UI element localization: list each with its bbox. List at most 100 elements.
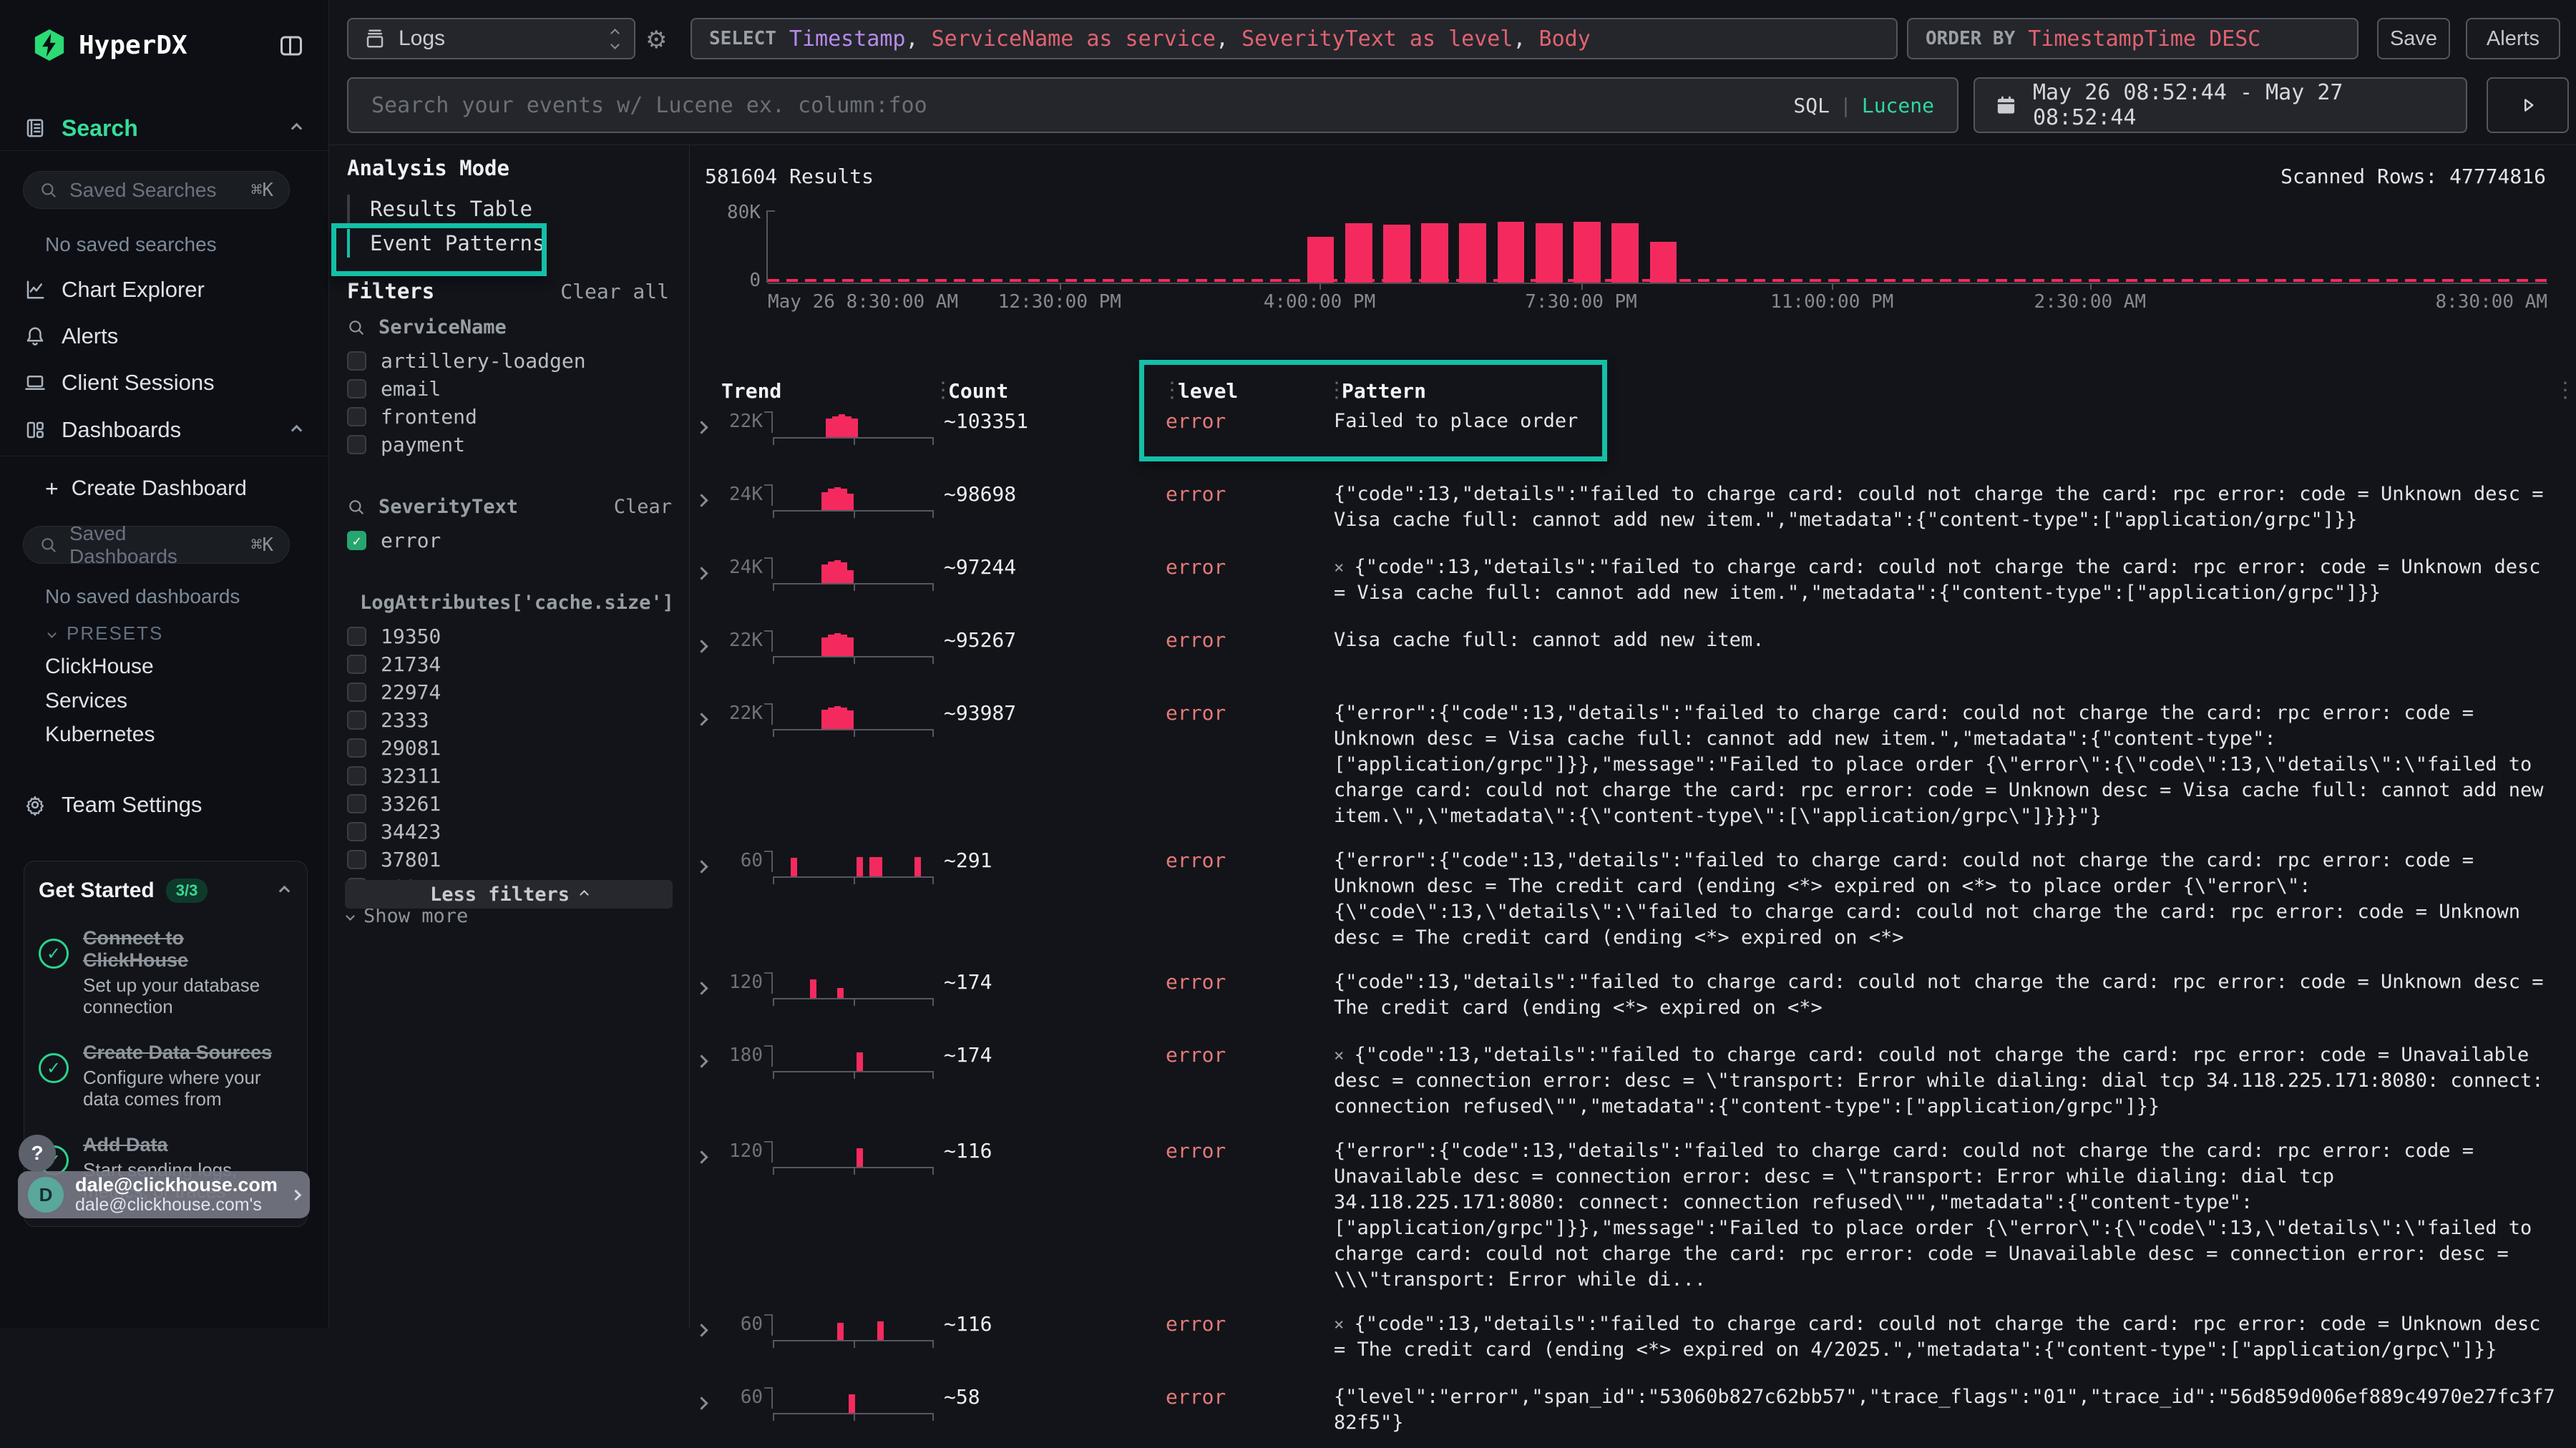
filter-option[interactable]: 34423 xyxy=(347,818,672,846)
pattern-row[interactable]: 22K ~103351 error Failed to place order xyxy=(690,399,2576,472)
filter-option[interactable]: email xyxy=(347,375,672,403)
patterns-table-body: 22K ~103351 error Failed to place order … xyxy=(690,399,2576,1448)
count-cell: ~98698 xyxy=(944,481,1166,507)
get-started-item[interactable]: ✓ Connect to ClickHouse Set up your data… xyxy=(39,927,293,1017)
checkbox[interactable] xyxy=(347,351,366,371)
select-clause-input[interactable]: SELECT Timestamp, ServiceName as service… xyxy=(691,18,1898,59)
trend-axis-bracket-icon xyxy=(764,1314,773,1336)
filter-option[interactable]: 22974 xyxy=(347,678,672,706)
filter-option[interactable]: 2333 xyxy=(347,706,672,734)
checkbox[interactable] xyxy=(347,710,366,730)
mode-results-table[interactable]: Results Table xyxy=(347,192,545,226)
sidebar-item-chart-explorer[interactable]: Chart Explorer xyxy=(0,273,329,306)
sparkline-bar xyxy=(821,564,828,583)
search-input[interactable]: Search your events w/ Lucene ex. column:… xyxy=(347,77,1958,133)
expand-chevron-icon[interactable] xyxy=(697,1050,718,1075)
sidebar-item-client-sessions[interactable]: Client Sessions xyxy=(0,366,329,399)
preset-clickhouse[interactable]: ClickHouse xyxy=(45,655,154,679)
sidebar-item-team-settings[interactable]: Team Settings xyxy=(0,788,329,821)
pattern-row[interactable]: 24K ~98698 error {"code":13,"details":"f… xyxy=(690,472,2576,545)
presets-toggle[interactable]: PRESETS xyxy=(49,622,163,645)
source-settings-gear-icon[interactable]: ⚙ xyxy=(645,26,667,54)
save-button[interactable]: Save xyxy=(2377,18,2450,59)
date-range-picker[interactable]: May 26 08:52:44 - May 27 08:52:44 xyxy=(1974,77,2467,133)
pattern-row[interactable]: 60 ~116 error ×{"code":13,"details":"fai… xyxy=(690,1302,2576,1375)
histogram-plot[interactable]: 80K 0 xyxy=(768,210,2547,283)
filter-option[interactable]: 33261 xyxy=(347,790,672,818)
expand-chevron-icon[interactable] xyxy=(697,977,718,1002)
sparkline-bar xyxy=(852,419,858,437)
checkbox[interactable] xyxy=(347,435,366,454)
sidebar-collapse-icon[interactable] xyxy=(278,33,305,59)
pattern-cell: Failed to place order xyxy=(1334,409,2562,434)
filter-option[interactable]: artillery-loadgen xyxy=(347,347,672,375)
filter-option[interactable]: payment xyxy=(347,431,672,459)
filter-option[interactable]: 32311 xyxy=(347,762,672,790)
expand-chevron-icon[interactable] xyxy=(697,489,718,514)
checkbox[interactable] xyxy=(347,850,366,869)
preset-services[interactable]: Services xyxy=(45,689,127,713)
filter-option[interactable]: 19350 xyxy=(347,622,672,650)
expand-chevron-icon[interactable] xyxy=(697,708,718,733)
checkbox[interactable] xyxy=(347,379,366,398)
pattern-row[interactable]: 22K ~95267 error Visa cache full: cannot… xyxy=(690,618,2576,691)
sidebar-item-dashboards[interactable]: Dashboards xyxy=(0,414,329,446)
checkbox[interactable] xyxy=(347,655,366,674)
checkbox[interactable] xyxy=(347,766,366,786)
checkbox[interactable]: ✓ xyxy=(347,531,366,550)
pattern-row[interactable]: 120 ~116 error {"error":{"code":13,"deta… xyxy=(690,1129,2576,1302)
lucene-mode-toggle[interactable]: Lucene xyxy=(1862,94,1934,117)
pattern-row[interactable]: 180 ~174 error ×{"code":13,"details":"fa… xyxy=(690,1033,2576,1129)
expand-chevron-icon[interactable] xyxy=(697,416,718,441)
expand-chevron-icon[interactable] xyxy=(697,562,718,587)
checkbox[interactable] xyxy=(347,407,366,426)
chevron-up-icon[interactable] xyxy=(291,122,303,134)
sql-mode-toggle[interactable]: SQL xyxy=(1793,94,1830,117)
checkbox[interactable] xyxy=(347,683,366,702)
expand-chevron-icon[interactable] xyxy=(697,1145,718,1171)
less-filters-button[interactable]: Less filters xyxy=(345,880,673,909)
pattern-row[interactable]: 22K ~93987 error {"error":{"code":13,"de… xyxy=(690,691,2576,838)
app-logo[interactable]: HyperDX xyxy=(33,27,187,63)
pattern-row[interactable]: 60 ~291 error {"error":{"code":13,"detai… xyxy=(690,838,2576,960)
checkbox[interactable] xyxy=(347,627,366,646)
help-button[interactable]: ? xyxy=(19,1135,56,1172)
trend-axis-bracket-icon xyxy=(764,1141,773,1163)
mode-event-patterns[interactable]: Event Patterns xyxy=(347,226,545,260)
sparkline-bar xyxy=(828,635,834,656)
filter-option[interactable]: 29081 xyxy=(347,734,672,762)
pattern-row[interactable]: 120 ~174 error {"code":13,"details":"fai… xyxy=(690,960,2576,1033)
filter-clear-button[interactable]: Clear xyxy=(614,496,672,518)
filter-option[interactable]: 21734 xyxy=(347,650,672,678)
pattern-row[interactable]: 24K ~97244 error ×{"code":13,"details":"… xyxy=(690,545,2576,618)
sidebar-item-alerts[interactable]: Alerts xyxy=(0,320,329,353)
pattern-row[interactable]: 60 ~58 error {"level":"error","span_id":… xyxy=(690,1375,2576,1448)
order-by-input[interactable]: ORDER BY TimestampTime DESC xyxy=(1907,18,2358,59)
expand-chevron-icon[interactable] xyxy=(697,855,718,881)
alerts-button[interactable]: Alerts xyxy=(2466,18,2560,59)
get-started-item[interactable]: ✓ Create Data Sources Configure where yo… xyxy=(39,1042,293,1110)
source-select[interactable]: Logs xyxy=(347,18,635,59)
filter-option[interactable]: frontend xyxy=(347,403,672,431)
checkbox[interactable] xyxy=(347,822,366,841)
expand-chevron-icon[interactable] xyxy=(697,1319,718,1344)
saved-dashboards-input[interactable]: Saved Dashboards ⌘K xyxy=(23,526,290,564)
create-dashboard-button[interactable]: + Create Dashboard xyxy=(0,472,329,505)
filter-option[interactable]: 37801 xyxy=(347,846,672,874)
preset-kubernetes[interactable]: Kubernetes xyxy=(45,723,155,747)
filter-option[interactable]: ✓error xyxy=(347,527,672,554)
user-menu[interactable]: D dale@clickhouse.com dale@clickhouse.co… xyxy=(18,1171,310,1218)
expand-chevron-icon[interactable] xyxy=(697,1391,718,1417)
filter-option-label: frontend xyxy=(381,405,477,429)
query-segment: , xyxy=(905,26,931,52)
chevron-up-icon[interactable] xyxy=(291,424,303,436)
pattern-cell: {"code":13,"details":"failed to charge c… xyxy=(1334,969,2562,1021)
run-query-button[interactable] xyxy=(2487,77,2569,133)
checkbox[interactable] xyxy=(347,794,366,813)
clear-all-button[interactable]: Clear all xyxy=(560,280,669,303)
sidebar-item-search[interactable]: Search xyxy=(0,112,329,145)
expand-chevron-icon[interactable] xyxy=(697,635,718,660)
saved-searches-input[interactable]: Saved Searches ⌘K xyxy=(23,171,290,209)
checkbox[interactable] xyxy=(347,738,366,758)
chevron-up-icon[interactable] xyxy=(279,885,291,896)
